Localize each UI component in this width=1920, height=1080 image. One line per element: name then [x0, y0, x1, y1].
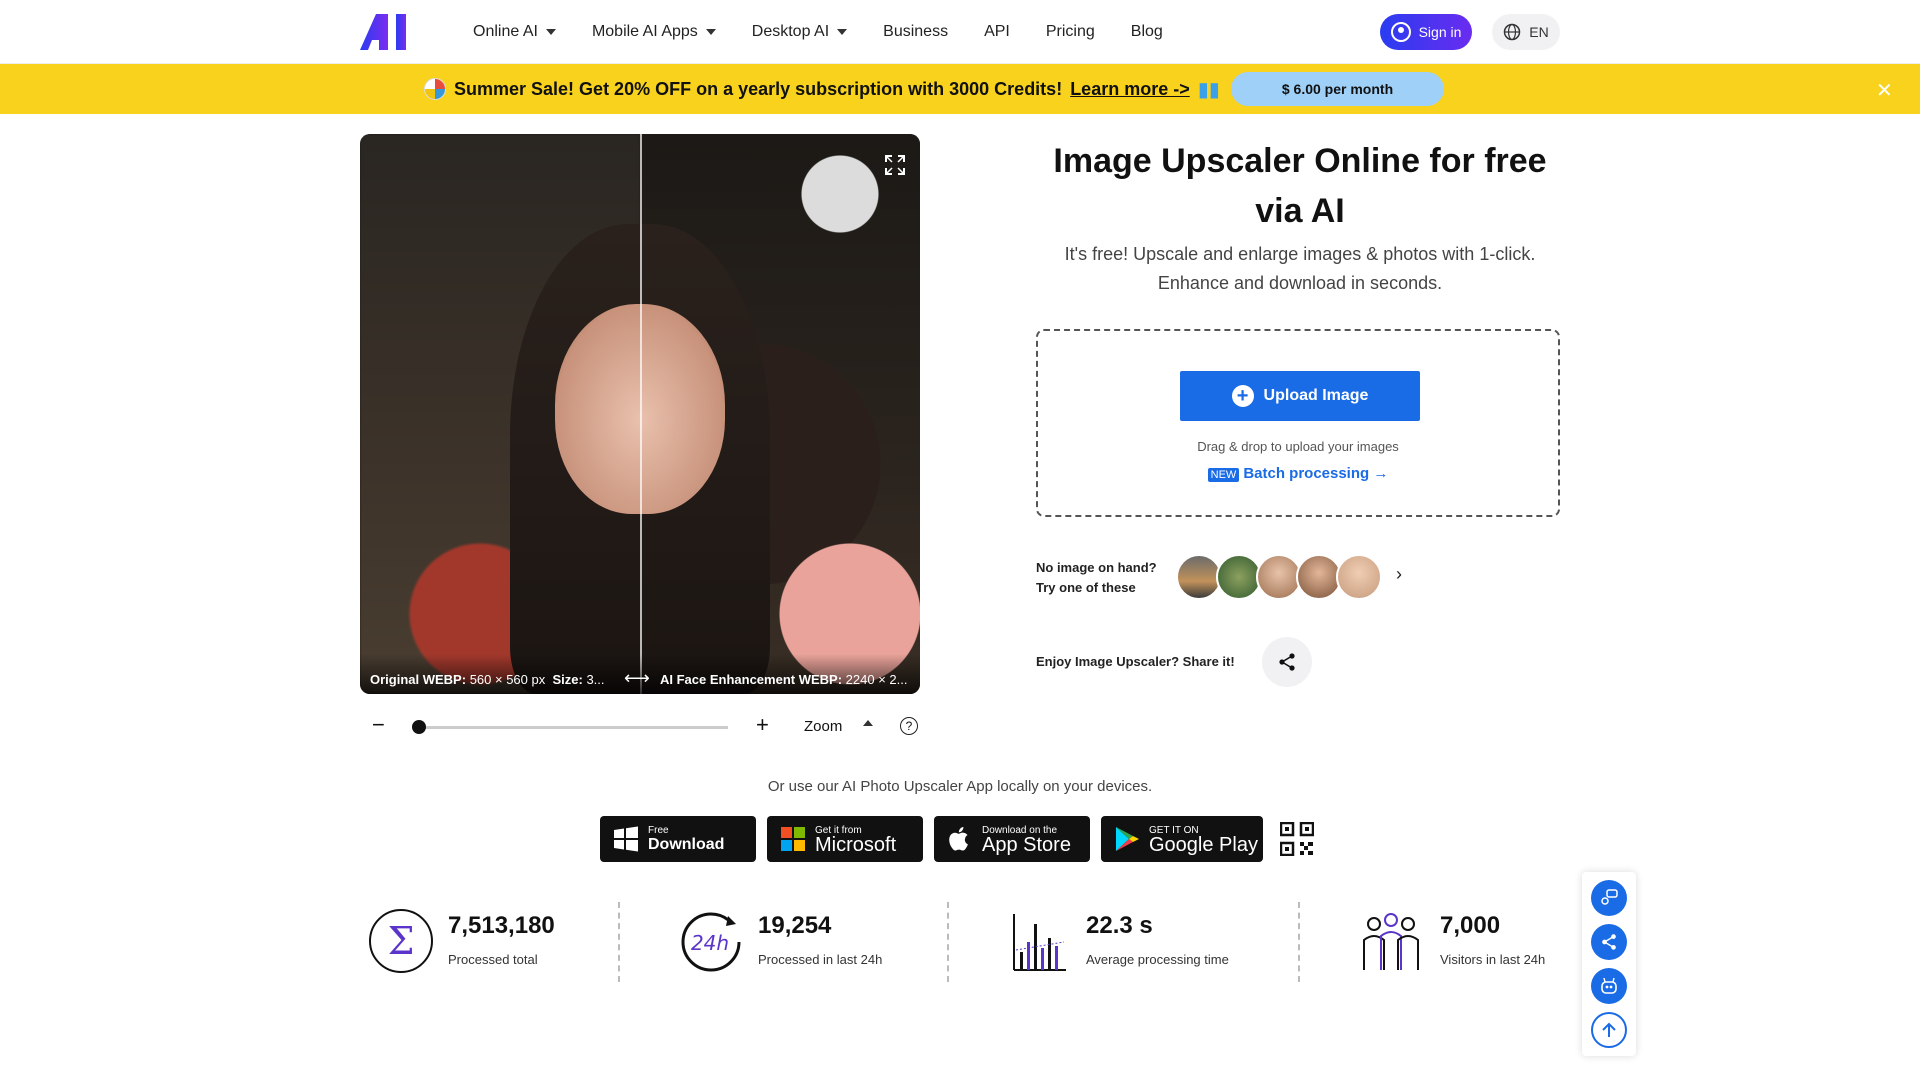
expand-icon[interactable] [884, 154, 906, 176]
stat-visitors-24h: 7,000 Visitors in last 24h [1360, 908, 1560, 984]
nav-blog[interactable]: Blog [1131, 23, 1163, 41]
price-pill-button[interactable]: $ 6.00 per month [1231, 72, 1444, 106]
sign-in-button[interactable]: Sign in [1380, 14, 1472, 50]
globe-icon [1504, 23, 1521, 41]
google-play-icon [1116, 827, 1139, 851]
promo-banner: Summer Sale! Get 20% OFF on a yearly sub… [0, 64, 1920, 114]
language-selector[interactable]: EN [1492, 14, 1560, 50]
nav-desktop-ai[interactable]: Desktop AI [752, 23, 848, 41]
upload-image-button[interactable]: + Upload Image [1180, 371, 1420, 421]
beach-ball-icon [424, 78, 446, 100]
stat-divider [618, 902, 620, 982]
side-share-button[interactable] [1591, 924, 1627, 960]
floating-toolbar [1582, 872, 1636, 1056]
chevron-right-icon[interactable]: › [1396, 564, 1402, 585]
zoom-in-button[interactable]: + [756, 712, 769, 738]
sample-images-label: No image on hand? Try one of these [1036, 560, 1157, 595]
flip-flops-icon: ▮▮ [1197, 78, 1220, 101]
brand-logo[interactable] [360, 14, 414, 50]
sample-thumb-portrait[interactable] [1336, 554, 1382, 600]
page-subtitle: It's free! Upscale and enlarge images & … [1064, 244, 1536, 293]
stat-divider [947, 902, 949, 982]
nav-mobile-ai-apps[interactable]: Mobile AI Apps [592, 23, 716, 41]
bar-chart-icon [1013, 914, 1066, 971]
nav-online-ai[interactable]: Online AI [473, 23, 556, 41]
apple-icon [949, 827, 968, 851]
windows-download-button[interactable]: Free Download [600, 816, 756, 862]
zoom-controls: − + Zoom ? [360, 712, 920, 742]
apps-intro: Or use our AI Photo Upscaler App locally… [767, 778, 1153, 795]
stat-divider [1298, 902, 1300, 982]
batch-processing-link[interactable]: NEW Batch processing → [1038, 465, 1558, 482]
stat-avg-processing: 22.3 s Average processing time [1012, 908, 1272, 984]
nav-pricing[interactable]: Pricing [1046, 23, 1095, 41]
original-caption: Original WEBP: 560 × 560 px Size: 3... [370, 672, 605, 687]
help-icon[interactable]: ? [900, 717, 918, 735]
promo-text-row: Summer Sale! Get 20% OFF on a yearly sub… [424, 64, 1220, 114]
sigma-icon: Σ [369, 909, 433, 973]
zoom-slider-track[interactable] [416, 726, 728, 729]
stat-processed-24h: 24h 19,254 Processed in last 24h [678, 908, 938, 984]
ai-assistant-button[interactable] [1591, 968, 1627, 1004]
header: Online AI Mobile AI Apps Desktop AI Busi… [0, 0, 1920, 64]
drag-drop-hint: Drag & drop to upload your images [1197, 439, 1399, 454]
learn-more-link[interactable]: Learn more -> [1070, 79, 1190, 100]
zoom-out-button[interactable]: − [372, 712, 385, 738]
svg-text:24h: 24h [691, 931, 729, 955]
preview-caption: Original WEBP: 560 × 560 px Size: 3... ⟷… [360, 654, 920, 694]
share-icon [1602, 934, 1616, 950]
sample-images [1176, 554, 1382, 600]
new-badge: NEW [1207, 468, 1240, 482]
share-prompt: Enjoy Image Upscaler? Share it! [1036, 654, 1235, 669]
close-icon[interactable]: ✕ [1876, 78, 1893, 103]
svg-text:Σ: Σ [388, 919, 415, 963]
nav-business[interactable]: Business [883, 23, 948, 41]
windows-icon [614, 826, 638, 852]
microsoft-store-button[interactable]: Get it from Microsoft [767, 816, 923, 862]
clock-24h-icon: 24h [681, 912, 741, 972]
arrow-up-icon [1602, 1022, 1616, 1037]
enhanced-caption: AI Face Enhancement WEBP: 2240 × 2... [660, 672, 908, 687]
zoom-slider-knob[interactable] [412, 720, 426, 734]
main-nav: Online AI Mobile AI Apps Desktop AI Busi… [473, 0, 1199, 64]
stat-processed-total: Σ 7,513,180 Processed total [368, 908, 588, 984]
comparison-slider-handle[interactable] [640, 134, 642, 694]
microsoft-icon [781, 827, 805, 851]
scroll-to-top-button[interactable] [1591, 1012, 1627, 1048]
google-play-button[interactable]: GET IT ON Google Play [1101, 816, 1263, 862]
share-icon [1279, 653, 1295, 671]
user-icon [1390, 22, 1411, 42]
nav-api[interactable]: API [984, 23, 1010, 41]
share-button[interactable] [1262, 637, 1312, 687]
chevron-down-icon [705, 29, 716, 35]
feedback-button[interactable] [1591, 880, 1627, 916]
app-store-button[interactable]: Download on the App Store [934, 816, 1090, 862]
chat-bubbles-icon [1601, 889, 1618, 905]
qr-code-icon[interactable] [1280, 822, 1314, 856]
promo-text: Summer Sale! Get 20% OFF on a yearly sub… [454, 78, 1063, 99]
comparison-preview[interactable]: Original WEBP: 560 × 560 px Size: 3... ⟷… [360, 134, 920, 694]
page-title: Image Upscaler Online for free via AI [1053, 142, 1547, 230]
visitors-icon [1363, 913, 1419, 970]
chevron-down-icon [545, 29, 556, 35]
upload-dropzone[interactable]: + Upload Image Drag & drop to upload you… [1036, 329, 1560, 517]
left-right-arrow-icon: ⟷ [624, 668, 650, 688]
zoom-label[interactable]: Zoom [804, 718, 842, 735]
plus-circle-icon: + [1231, 385, 1254, 407]
chevron-up-icon[interactable] [863, 720, 873, 726]
chevron-down-icon [837, 29, 848, 35]
robot-icon [1601, 977, 1617, 994]
